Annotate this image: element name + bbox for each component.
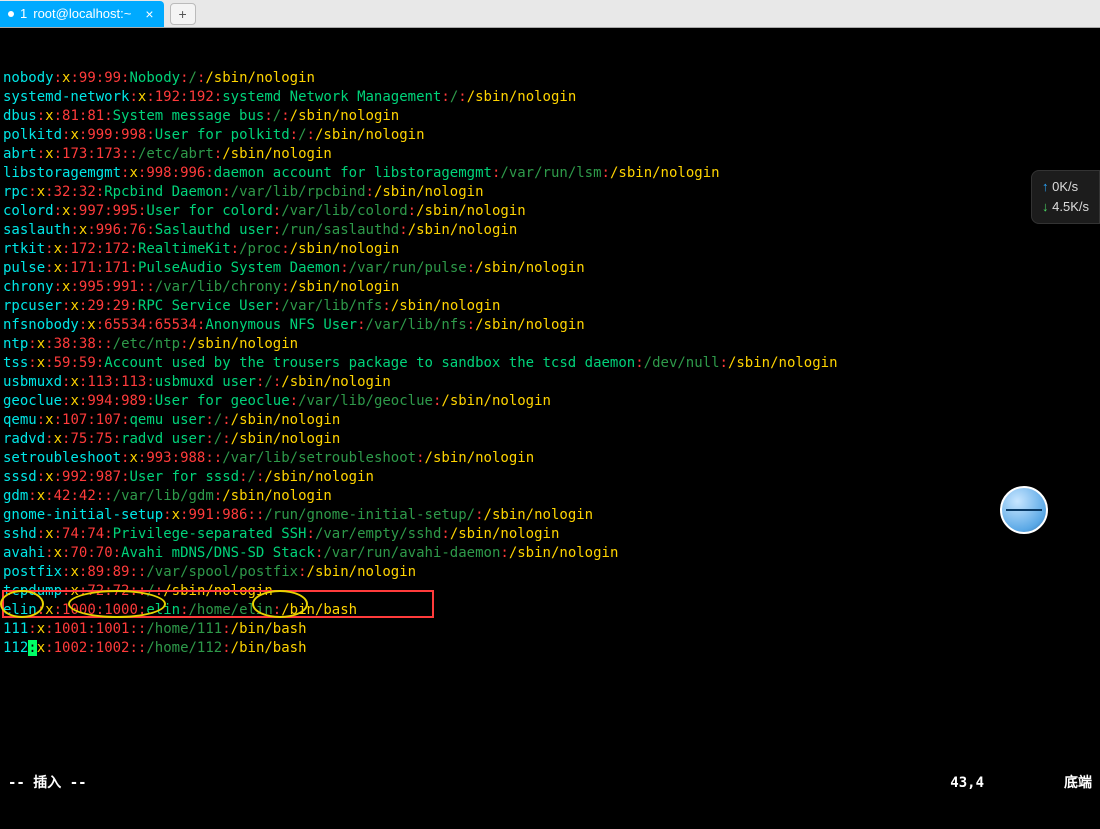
passwd-line: 111:x:1001:1001::/home/111:/bin/bash (3, 620, 1097, 639)
terminal-output: nobody:x:99:99:Nobody:/:/sbin/nologinsys… (3, 69, 1097, 658)
passwd-line: qemu:x:107:107:qemu user:/:/sbin/nologin (3, 411, 1097, 430)
terminal[interactable]: nobody:x:99:99:Nobody:/:/sbin/nologinsys… (0, 28, 1100, 797)
passwd-line: avahi:x:70:70:Avahi mDNS/DNS-SD Stack:/v… (3, 544, 1097, 563)
close-icon[interactable]: × (145, 6, 153, 22)
passwd-line: rpcuser:x:29:29:RPC Service User:/var/li… (3, 297, 1097, 316)
vim-mode: -- 插入 -- (8, 774, 87, 793)
passwd-line: usbmuxd:x:113:113:usbmuxd user:/:/sbin/n… (3, 373, 1097, 392)
passwd-line: nobody:x:99:99:Nobody:/:/sbin/nologin (3, 69, 1097, 88)
vim-scroll-pos: 底端 (1064, 774, 1092, 793)
tab-title: root@localhost:~ (33, 6, 131, 21)
passwd-line: nfsnobody:x:65534:65534:Anonymous NFS Us… (3, 316, 1097, 335)
download-speed: 4.5K/s (1042, 197, 1089, 217)
passwd-line: 112:x:1002:1002::/home/112:/bin/bash (3, 639, 1097, 658)
passwd-line: gdm:x:42:42::/var/lib/gdm:/sbin/nologin (3, 487, 1097, 506)
passwd-line: radvd:x:75:75:radvd user:/:/sbin/nologin (3, 430, 1097, 449)
passwd-line: ntp:x:38:38::/etc/ntp:/sbin/nologin (3, 335, 1097, 354)
passwd-line: rpc:x:32:32:Rpcbind Daemon:/var/lib/rpcb… (3, 183, 1097, 202)
status-dot-icon (8, 11, 14, 17)
tab-active[interactable]: 1 root@localhost:~ × (0, 1, 164, 27)
passwd-line: setroubleshoot:x:993:988::/var/lib/setro… (3, 449, 1097, 468)
passwd-line: abrt:x:173:173::/etc/abrt:/sbin/nologin (3, 145, 1097, 164)
passwd-line: elin:x:1000:1000:elin:/home/elin:/bin/ba… (3, 601, 1097, 620)
passwd-line: systemd-network:x:192:192:systemd Networ… (3, 88, 1097, 107)
passwd-line: sssd:x:992:987:User for sssd:/:/sbin/nol… (3, 468, 1097, 487)
passwd-line: pulse:x:171:171:PulseAudio System Daemon… (3, 259, 1097, 278)
network-speed-widget: 0K/s 4.5K/s (1031, 170, 1100, 224)
upload-speed: 0K/s (1042, 177, 1089, 197)
vim-status-line: -- 插入 -- 43,4 底端 (0, 774, 1100, 793)
compass-icon[interactable] (1000, 486, 1048, 534)
passwd-line: rtkit:x:172:172:RealtimeKit:/proc:/sbin/… (3, 240, 1097, 259)
tab-index: 1 (20, 6, 27, 21)
tab-bar: 1 root@localhost:~ × + (0, 0, 1100, 28)
passwd-line: chrony:x:995:991::/var/lib/chrony:/sbin/… (3, 278, 1097, 297)
passwd-line: geoclue:x:994:989:User for geoclue:/var/… (3, 392, 1097, 411)
passwd-line: tss:x:59:59:Account used by the trousers… (3, 354, 1097, 373)
passwd-line: saslauth:x:996:76:Saslauthd user:/run/sa… (3, 221, 1097, 240)
new-tab-button[interactable]: + (170, 3, 196, 25)
passwd-line: colord:x:997:995:User for colord:/var/li… (3, 202, 1097, 221)
passwd-line: tcpdump:x:72:72::/:/sbin/nologin (3, 582, 1097, 601)
passwd-line: sshd:x:74:74:Privilege-separated SSH:/va… (3, 525, 1097, 544)
passwd-line: polkitd:x:999:998:User for polkitd:/:/sb… (3, 126, 1097, 145)
passwd-line: dbus:x:81:81:System message bus:/:/sbin/… (3, 107, 1097, 126)
vim-cursor-pos: 43,4 (950, 774, 984, 793)
passwd-line: postfix:x:89:89::/var/spool/postfix:/sbi… (3, 563, 1097, 582)
passwd-line: libstoragemgmt:x:998:996:daemon account … (3, 164, 1097, 183)
passwd-line: gnome-initial-setup:x:991:986::/run/gnom… (3, 506, 1097, 525)
